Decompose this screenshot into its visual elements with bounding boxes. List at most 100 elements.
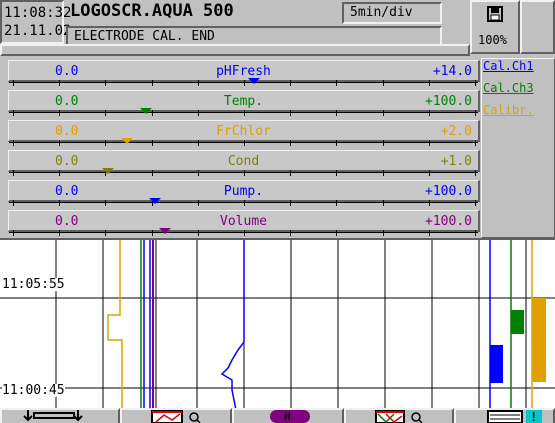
scale-tick <box>428 140 430 146</box>
current-value-marker <box>158 228 171 234</box>
scale-tick <box>336 230 338 236</box>
time-base-label: 5min/div <box>350 5 413 20</box>
trend-chart-canvas <box>0 240 555 410</box>
channel-scale-5[interactable]: 0.0 Pump. +100.0 <box>8 180 480 206</box>
recorder-screen: 11:08:32 21.11.02 LOGOSCR.AQUA 500 5min/… <box>0 0 555 423</box>
channel-scale-1[interactable]: 0.0 pHFresh +14.0 <box>8 60 480 86</box>
alarm-info-label: ! <box>530 410 538 423</box>
current-value-marker <box>102 168 115 174</box>
scale-tick <box>428 230 430 236</box>
channel-name: Pump. <box>223 184 264 199</box>
channel-name: Volume <box>220 214 267 229</box>
scale-tick <box>336 80 338 86</box>
scale-tick <box>151 140 153 146</box>
scale-tick <box>475 230 476 236</box>
scale-tick <box>428 110 430 116</box>
scale-tick <box>382 170 384 176</box>
channel-scale-2[interactable]: 0.0 Temp. +100.0 <box>8 90 480 116</box>
scale-tick <box>475 170 476 176</box>
scale-tick <box>59 140 61 146</box>
scale-tick <box>244 230 245 236</box>
scale-tick <box>197 110 199 116</box>
channel-status-label: Calibr. <box>483 103 534 117</box>
scale-tick <box>13 110 14 116</box>
chart-magnifier-icon <box>151 410 201 423</box>
trace-phfresh-history <box>220 240 245 410</box>
scale-tick <box>290 230 292 236</box>
channel-scale-4[interactable]: 0.0 Cond +1.0 <box>8 150 480 176</box>
scale-tick <box>475 200 476 206</box>
hold-button[interactable]: H <box>232 408 344 423</box>
scale-tick <box>151 170 153 176</box>
time-base-display[interactable]: 5min/div <box>342 2 442 24</box>
scale-tick <box>13 200 14 206</box>
trace-frchlor <box>107 240 123 410</box>
bar-calibr <box>532 298 546 382</box>
scale-tick <box>290 140 292 146</box>
channel-max-value: +14.0 <box>432 64 472 79</box>
time-label-lower: 11:00:45 <box>2 383 65 398</box>
channel-scale-6[interactable]: 0.0 Volume +100.0 <box>8 210 480 236</box>
channel-name: Cond <box>227 154 260 169</box>
scale-tick <box>290 170 292 176</box>
scale-tick <box>382 140 384 146</box>
current-time: 11:08:32 <box>4 5 72 21</box>
channel-status-label: Cal.Ch3 <box>483 81 534 95</box>
scale-tick <box>105 80 107 86</box>
current-value-marker <box>121 138 133 144</box>
header-strip <box>0 44 470 56</box>
memory-panel[interactable]: 100% <box>470 0 520 54</box>
time-label-upper: 11:05:55 <box>2 277 65 292</box>
scale-tick <box>290 110 292 116</box>
scale-tick <box>151 230 153 236</box>
channel-max-value: +2.0 <box>440 124 472 139</box>
scale-tick <box>105 230 107 236</box>
scroll-button[interactable] <box>0 408 120 423</box>
channel-name: Temp. <box>223 94 264 109</box>
scale-tick <box>197 200 199 206</box>
scale-tick <box>105 140 107 146</box>
channel-max-value: +100.0 <box>425 214 472 229</box>
scale-tick <box>105 110 107 116</box>
scale-tick <box>475 140 476 146</box>
info-exclamation-icon <box>487 410 542 423</box>
scale-tick <box>244 200 245 206</box>
scale-tick <box>197 230 199 236</box>
hold-label: H <box>284 410 291 423</box>
scale-tick <box>105 200 107 206</box>
clock-panel: 11:08:32 21.11.02 <box>0 0 71 44</box>
scale-tick <box>336 200 338 206</box>
scale-tick <box>197 170 199 176</box>
scale-tick <box>59 230 61 236</box>
current-value-marker <box>248 78 261 84</box>
alarm-info-button[interactable]: ! <box>454 408 555 423</box>
current-date: 21.11.02 <box>4 23 72 39</box>
channel-max-value: +1.0 <box>440 154 472 169</box>
current-value-marker <box>139 108 152 114</box>
scale-tick <box>382 80 384 86</box>
scale-tick <box>59 170 61 176</box>
chart-zoom-button[interactable] <box>120 408 232 423</box>
scale-tick <box>59 110 61 116</box>
scale-tick <box>13 230 14 236</box>
channel-scale-3[interactable]: 0.0 FrChlor +2.0 <box>8 120 480 146</box>
chart-view-button[interactable] <box>344 408 454 423</box>
scale-tick <box>336 140 338 146</box>
hold-h-icon: H <box>270 410 310 423</box>
bar-cal-ch1 <box>490 345 503 383</box>
scale-tick <box>382 110 384 116</box>
scale-tick <box>13 140 14 146</box>
scale-tick <box>382 200 384 206</box>
trend-chart[interactable]: 11:05:55 11:00:45 <box>0 238 555 410</box>
scale-tick <box>59 200 61 206</box>
scale-tick <box>475 80 476 86</box>
current-value-marker <box>149 198 162 204</box>
channel-max-value: +100.0 <box>425 94 472 109</box>
scale-tick <box>197 80 199 86</box>
scale-tick <box>290 80 292 86</box>
channel-max-value: +100.0 <box>425 184 472 199</box>
scale-tick <box>13 80 14 86</box>
scale-tick <box>428 200 430 206</box>
trend-magnifier-icon <box>375 410 423 423</box>
scale-tick <box>428 80 430 86</box>
